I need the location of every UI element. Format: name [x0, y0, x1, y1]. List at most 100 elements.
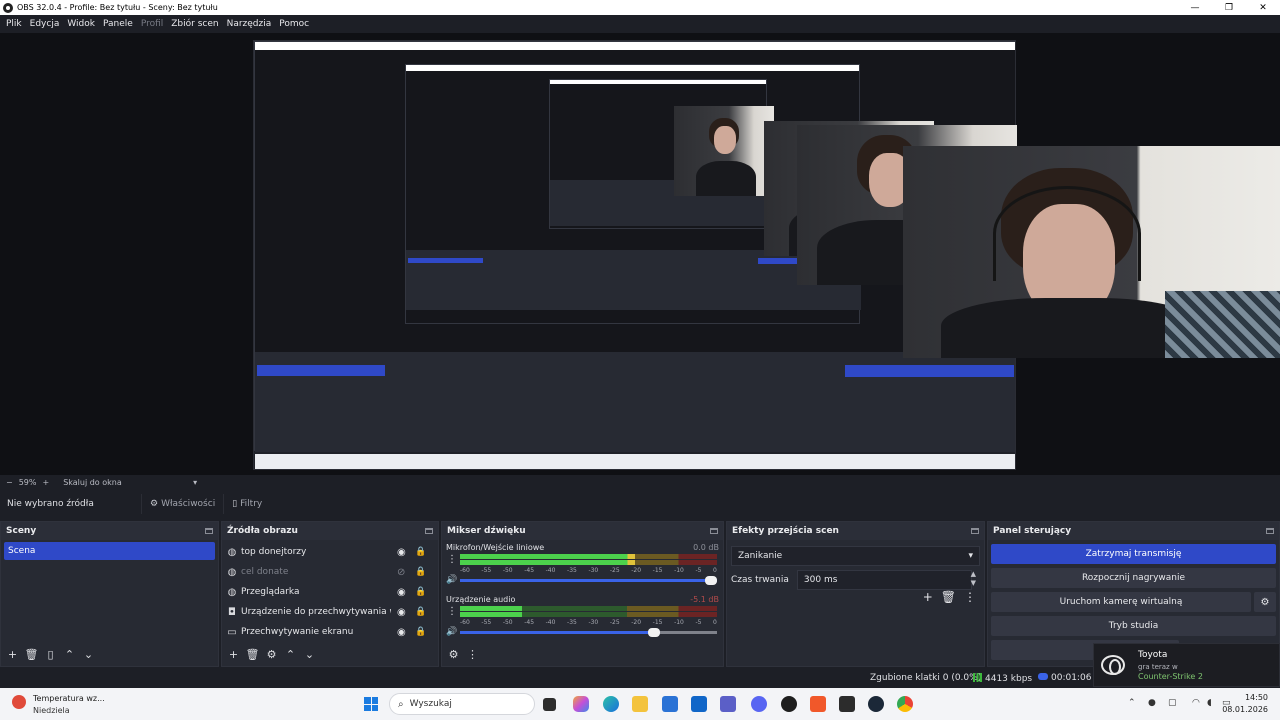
- source-properties-button[interactable]: ⚙: [264, 647, 279, 662]
- delete-scene-button[interactable]: 🗑: [24, 647, 39, 662]
- move-down-button[interactable]: ⌄: [302, 647, 317, 662]
- properties-button[interactable]: ⚙ Właściwości: [141, 494, 223, 514]
- windows-start-icon[interactable]: [364, 697, 378, 711]
- wifi-icon[interactable]: ◠: [1192, 698, 1200, 708]
- eye-icon[interactable]: ◉: [397, 607, 406, 618]
- notification-subtitle: gra teraz w: [1138, 663, 1178, 671]
- menu-pomoc[interactable]: Pomoc: [275, 19, 313, 29]
- brave-icon[interactable]: [810, 696, 826, 712]
- kebab-menu-icon[interactable]: ⋮: [447, 554, 457, 565]
- filters-button[interactable]: ▯ Filtry: [223, 494, 270, 514]
- terminal-icon[interactable]: [839, 696, 855, 712]
- duration-spinner[interactable]: ▲ ▼: [971, 570, 976, 588]
- advanced-audio-button[interactable]: ⚙: [446, 647, 461, 662]
- source-item[interactable]: ◘ Urządzenie do przechwytywania wideo ◉ …: [225, 602, 435, 622]
- menu-plik[interactable]: Plik: [2, 19, 26, 29]
- volume-icon[interactable]: ◖: [1207, 698, 1212, 708]
- eye-hidden-icon[interactable]: ⊘: [397, 567, 405, 578]
- copilot-icon[interactable]: [573, 696, 589, 712]
- add-source-button[interactable]: +: [226, 647, 241, 662]
- lock-icon[interactable]: 🔒: [415, 627, 426, 637]
- edge-icon[interactable]: [603, 696, 619, 712]
- steam-icon[interactable]: [868, 696, 884, 712]
- duration-label: Czas trwania: [731, 575, 789, 585]
- tray-chevron-icon[interactable]: ⌃: [1128, 698, 1136, 708]
- menu-edycja[interactable]: Edycja: [26, 19, 64, 29]
- menu-widok[interactable]: Widok: [63, 19, 99, 29]
- scene-filters-button[interactable]: ▯: [43, 647, 58, 662]
- maximize-button[interactable]: ❐: [1212, 0, 1246, 15]
- kebab-menu-icon[interactable]: ⋮: [465, 647, 480, 662]
- volume-level: [460, 630, 661, 634]
- menu-narzedzia[interactable]: Narzędzia: [223, 19, 276, 29]
- volume-level: [460, 578, 717, 582]
- chrome-icon[interactable]: [897, 696, 913, 712]
- add-transition-button[interactable]: +: [923, 590, 933, 604]
- tray-app-icon[interactable]: ●: [1148, 698, 1156, 708]
- delete-transition-button[interactable]: 🗑: [941, 590, 956, 604]
- file-explorer-icon[interactable]: [632, 696, 648, 712]
- lock-icon[interactable]: 🔒: [415, 567, 426, 577]
- gear-icon[interactable]: ⚙: [1254, 592, 1276, 612]
- lock-icon[interactable]: 🔒: [415, 607, 426, 617]
- volume-slider[interactable]: [460, 627, 717, 637]
- add-scene-button[interactable]: +: [5, 647, 20, 662]
- start-recording-button[interactable]: Rozpocznij nagrywanie: [991, 568, 1276, 588]
- menu-zbior-scen[interactable]: Zbiór scen: [167, 19, 222, 29]
- virtual-camera-button[interactable]: Uruchom kamerę wirtualną: [991, 592, 1251, 612]
- menu-panele[interactable]: Panele: [99, 19, 137, 29]
- tray-app2-icon[interactable]: ▢: [1168, 698, 1177, 708]
- volume-slider[interactable]: [460, 575, 717, 585]
- move-up-button[interactable]: ⌃: [283, 647, 298, 662]
- undock-icon[interactable]: [205, 528, 213, 534]
- source-item[interactable]: ◍ cel donate ⊘ 🔒: [225, 562, 435, 582]
- game-notification[interactable]: Toyota gra teraz w Counter-Strike 2: [1093, 643, 1280, 687]
- minimize-button[interactable]: —: [1178, 0, 1212, 15]
- task-view-icon[interactable]: [543, 698, 556, 711]
- taskbar-search[interactable]: ⌕ Wyszukaj: [389, 693, 535, 715]
- undock-icon[interactable]: [1266, 528, 1274, 534]
- scale-tick: -10: [674, 567, 684, 574]
- eye-icon[interactable]: ◉: [397, 627, 406, 638]
- volume-handle[interactable]: [705, 575, 717, 585]
- lock-icon[interactable]: 🔒: [415, 587, 426, 597]
- preview-area[interactable]: [0, 33, 1280, 475]
- move-up-button[interactable]: ⌃: [62, 647, 77, 662]
- eye-icon[interactable]: ◉: [397, 587, 406, 598]
- transition-select[interactable]: Zanikanie ▾: [731, 546, 980, 566]
- zoom-in-button[interactable]: +: [42, 478, 49, 487]
- discord-icon[interactable]: [751, 696, 767, 712]
- dropped-frames: Zgubione klatki 0 (0.0%): [870, 673, 982, 683]
- kebab-menu-icon[interactable]: ⋮: [447, 606, 457, 617]
- menu-profil[interactable]: Profil: [137, 19, 167, 29]
- speaker-icon[interactable]: 🔊: [446, 575, 460, 585]
- level-meter: [460, 560, 717, 565]
- close-button[interactable]: ✕: [1246, 0, 1280, 15]
- volume-handle[interactable]: [648, 627, 661, 637]
- undock-icon[interactable]: [425, 528, 433, 534]
- zoom-out-button[interactable]: −: [6, 478, 13, 487]
- zoom-mode-select[interactable]: Skaluj do okna ▾: [57, 478, 197, 487]
- source-item[interactable]: ▭ Przechwytywanie ekranu ◉ 🔒: [225, 622, 435, 642]
- store-icon[interactable]: [662, 696, 678, 712]
- eye-icon[interactable]: ◉: [397, 547, 406, 558]
- undock-icon[interactable]: [710, 528, 718, 534]
- scene-item[interactable]: Scena: [4, 542, 215, 560]
- undock-icon[interactable]: [971, 528, 979, 534]
- taskbar-clock[interactable]: 14:50 08.01.2026: [1222, 692, 1268, 716]
- window-title: OBS 32.0.4 - Profile: Bez tytułu - Sceny…: [17, 3, 218, 12]
- stop-stream-button[interactable]: Zatrzymaj transmisję: [991, 544, 1276, 564]
- studio-mode-button[interactable]: Tryb studia: [991, 616, 1276, 636]
- title-bar: OBS 32.0.4 - Profile: Bez tytułu - Sceny…: [0, 0, 1280, 15]
- teams-icon[interactable]: [720, 696, 736, 712]
- speaker-icon[interactable]: 🔊: [446, 627, 460, 637]
- source-item[interactable]: ◍ top donejtorzy ◉ 🔒: [225, 542, 435, 562]
- obs-taskbar-icon[interactable]: [781, 696, 797, 712]
- move-down-button[interactable]: ⌄: [81, 647, 96, 662]
- lock-icon[interactable]: 🔒: [415, 547, 426, 557]
- kebab-menu-icon[interactable]: ⋮: [964, 590, 976, 604]
- delete-source-button[interactable]: 🗑: [245, 647, 260, 662]
- source-item[interactable]: ◍ Przeglądarka ◉ 🔒: [225, 582, 435, 602]
- duration-input[interactable]: 300 ms: [796, 570, 972, 590]
- outlook-icon[interactable]: [691, 696, 707, 712]
